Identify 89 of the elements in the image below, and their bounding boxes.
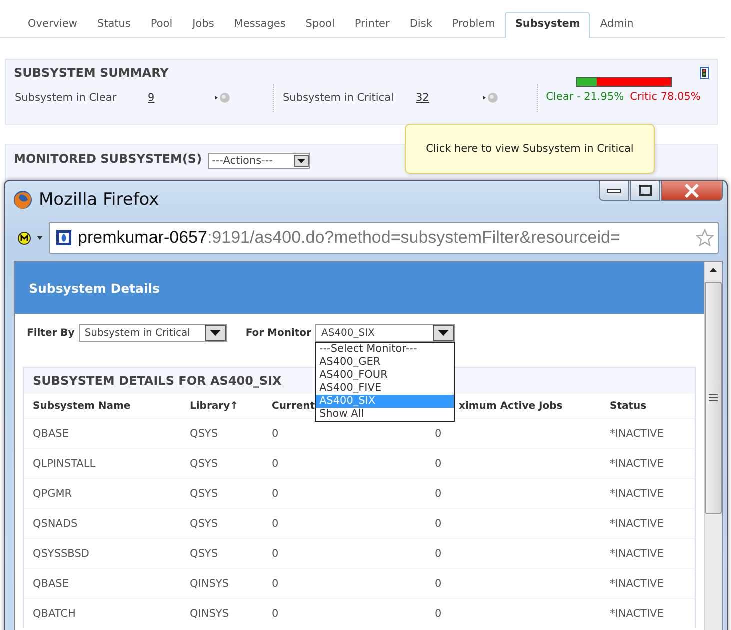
grip-icon: [709, 394, 718, 402]
minimize-icon: [607, 188, 621, 192]
url-field[interactable]: premkumar-0657:9191/as400.do?method=subsystemFilter&resourceid=: [49, 222, 719, 254]
table-cell-text: 0: [272, 428, 280, 440]
table-cell-text: 0: [435, 548, 443, 560]
table-cell-text: QSYS: [190, 548, 220, 560]
caret-icon[interactable]: [37, 236, 43, 240]
window-title: Mozilla Firefox: [39, 190, 160, 210]
table-cell-text: QSYS: [190, 488, 220, 500]
tab[interactable]: Disk: [400, 12, 442, 37]
caret-icon: [204, 325, 226, 341]
tab[interactable]: Admin: [590, 12, 644, 37]
caret-icon: [433, 325, 454, 341]
maximize-button[interactable]: [630, 181, 660, 201]
panel-title: SUBSYSTEM DETAILS FOR AS400_SIX: [33, 374, 282, 388]
scrollbar[interactable]: [704, 262, 722, 630]
table-cell-text: QSNADS: [33, 518, 79, 530]
arrow-dot-icon[interactable]: [214, 92, 231, 104]
scroll-thumb[interactable]: [705, 282, 722, 514]
dropdown-option[interactable]: AS400_FIVE: [316, 382, 454, 395]
table-cell-text: QSYS: [190, 518, 220, 530]
minimize-button[interactable]: [599, 181, 629, 201]
table-cell-text: 0: [272, 488, 280, 500]
count-link[interactable]: 32: [416, 92, 482, 104]
table-cell-text: QLPINSTALL: [33, 458, 97, 470]
table-cell-text: QBASE: [33, 428, 70, 440]
count-link[interactable]: 9: [148, 92, 214, 104]
table-cell-text: QSYSSBSD: [33, 548, 90, 560]
arrow-dot-icon[interactable]: [482, 92, 499, 104]
page-title: Subsystem Details: [29, 280, 160, 296]
tab[interactable]: Pool: [140, 12, 183, 37]
table-cell-text: *INACTIVE: [610, 608, 665, 620]
summary-label: Subsystem in Clear: [15, 92, 118, 104]
tab[interactable]: Spool: [296, 12, 345, 37]
close-icon: [684, 184, 700, 198]
table-cell-text: 0: [272, 578, 280, 590]
table-cell-text: *INACTIVE: [610, 578, 665, 590]
traffic-light-icon[interactable]: [700, 67, 709, 79]
tab[interactable]: Messages: [224, 12, 296, 37]
table-cell-text: *INACTIVE: [610, 548, 665, 560]
tab[interactable]: Overview: [18, 12, 88, 37]
dropdown-option[interactable]: Show All: [316, 408, 454, 421]
close-button[interactable]: [661, 181, 723, 201]
tab[interactable]: Jobs: [182, 12, 224, 37]
dropdown-option[interactable]: AS400_FOUR: [316, 369, 454, 382]
summary-label: Subsystem in Critical: [283, 92, 395, 104]
table-cell-text: 0: [435, 458, 443, 470]
panel-title: MONITORED SUBSYSTEM(S): [14, 152, 202, 166]
caret-icon: [294, 155, 310, 167]
table-cell-text: QINSYS: [190, 578, 230, 590]
panel-title: SUBSYSTEM SUMMARY: [14, 66, 169, 80]
globe-fox-icon: [13, 190, 33, 210]
table-cell-text: QBATCH: [33, 608, 77, 620]
maximize-icon: [638, 185, 652, 196]
table-cell-text: *INACTIVE: [610, 488, 665, 500]
table-cell-text: 0: [435, 518, 443, 530]
table-cell-text: QPGMR: [33, 488, 74, 500]
tab[interactable]: Status: [87, 12, 141, 37]
table-cell-text: QINSYS: [190, 608, 230, 620]
filter-label: Filter By: [27, 328, 75, 338]
table-cell-text: *INACTIVE: [610, 458, 665, 470]
column-header[interactable]: Status: [610, 400, 695, 412]
table-cell-text: *INACTIVE: [610, 518, 665, 530]
column-header[interactable]: Subsystem Name: [33, 400, 190, 412]
table-cell-text: 0: [272, 548, 280, 560]
table-cell-text: 0: [272, 608, 280, 620]
site-icon: [56, 230, 72, 246]
clear-percent: Clear - 21.95%: [546, 91, 624, 103]
dropdown-option[interactable]: ---Select Monitor---: [316, 343, 454, 356]
tab[interactable]: Subsystem: [505, 12, 590, 38]
tab[interactable]: Problem: [442, 12, 506, 37]
tab[interactable]: Printer: [344, 12, 400, 37]
filter-label: For Monitor: [246, 328, 312, 338]
table-cell-text: 0: [272, 458, 280, 470]
table-cell-text: QBASE: [33, 578, 70, 590]
dropdown-option[interactable]: AS400_GER: [316, 356, 454, 369]
actions-select[interactable]: ---Actions---: [208, 153, 310, 169]
table-cell-text: 0: [435, 608, 443, 620]
table-cell-text: QSYS: [190, 428, 220, 440]
table-cell-text: 0: [435, 428, 443, 440]
critical-percent: Critic 78.05%: [630, 91, 701, 103]
table-cell-text: 0: [435, 578, 443, 590]
table-cell-text: 0: [272, 518, 280, 530]
filter-select[interactable]: Subsystem in Critical: [78, 324, 227, 342]
column-header[interactable]: Library↑: [190, 400, 272, 412]
m-badge-icon[interactable]: [18, 232, 31, 244]
table-cell-text: 0: [435, 488, 443, 500]
table-cell-text: QSYS: [190, 458, 220, 470]
table-cell-text: *INACTIVE: [610, 428, 665, 440]
